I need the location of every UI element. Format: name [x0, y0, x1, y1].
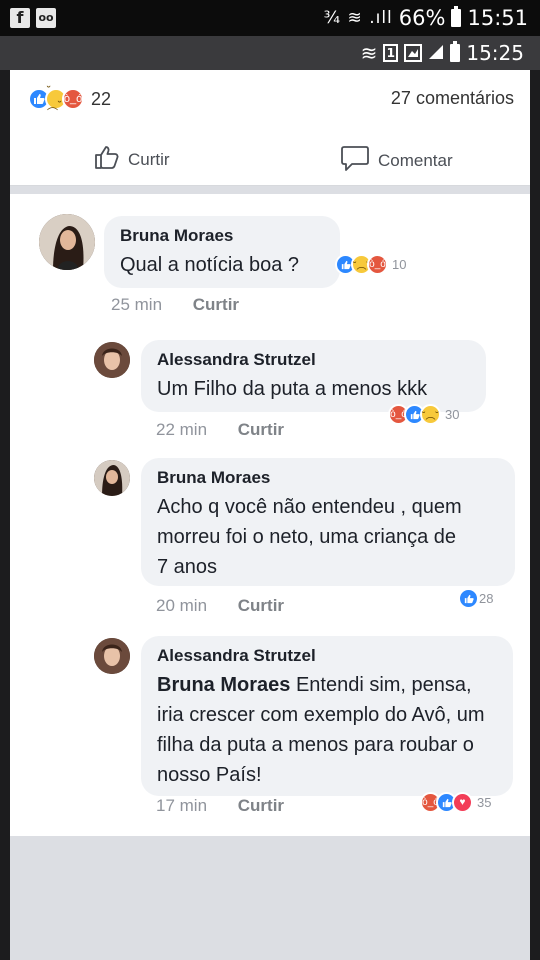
reply-meta: 22 min Curtir [156, 420, 284, 440]
angry-reaction-icon: ò_ó [367, 254, 388, 275]
comments-count-link[interactable]: 27 comentários [391, 88, 514, 109]
clock: 15:51 [467, 6, 528, 30]
reply-text: Um Filho da puta a menos kkk [157, 378, 428, 400]
signal-icon [428, 41, 444, 65]
voicemail-notification-icon: oo [36, 8, 56, 28]
reply-reactions[interactable]: ò_ó ♥ 35 [420, 792, 491, 813]
reply-bubble[interactable]: Bruna Moraes Acho q você não entendeu , … [141, 458, 515, 586]
clock: 15:25 [466, 41, 524, 65]
reply-meta: 20 min Curtir [156, 596, 284, 616]
commenter-name[interactable]: Alessandra Strutzel [157, 350, 470, 370]
comment-text: Qual a notícia boa ? [120, 254, 300, 276]
comments-list: Bruna Moraes Qual a notícia boa ? ˘︵˘ ò_… [10, 194, 530, 836]
reply-time[interactable]: 20 min [156, 596, 207, 615]
reply: Bruna Moraes Acho q você não entendeu , … [10, 444, 530, 624]
reply-text: Bruna Moraes Entendi sim, pensa, iria cr… [157, 670, 502, 790]
mention-link[interactable]: Bruna Moraes [157, 674, 290, 696]
reply-like-button[interactable]: Curtir [238, 420, 284, 439]
feed-background [10, 836, 530, 960]
post-actions: Curtir Comentar [10, 136, 530, 176]
comment-time[interactable]: 25 min [111, 295, 162, 314]
commenter-name[interactable]: Alessandra Strutzel [157, 646, 497, 666]
reply-time[interactable]: 17 min [156, 796, 207, 815]
comment-button-label: Comentar [378, 150, 453, 170]
thumbs-up-icon [94, 144, 120, 175]
battery-icon [451, 6, 462, 27]
comment-meta: 25 min Curtir [111, 295, 239, 315]
image-icon [404, 44, 423, 62]
reaction-count: 35 [477, 795, 492, 810]
comment-reactions[interactable]: ˘︵˘ ò_ó 10 [335, 254, 406, 275]
wifi-icon: ≋ [360, 41, 378, 65]
battery-percent: 66% [398, 6, 446, 30]
like-button[interactable]: Curtir [94, 144, 170, 175]
comment-bubble[interactable]: Bruna Moraes Qual a notícia boa ? [104, 216, 340, 288]
reply-bubble[interactable]: Alessandra Strutzel Bruna Moraes Entendi… [141, 636, 513, 796]
comment: Bruna Moraes Qual a notícia boa ? ˘︵˘ ò_… [10, 194, 530, 324]
post-footer: ˘︵˘ ò_ó 22 27 comentários Curtir Comenta… [10, 70, 530, 186]
reaction-count: 22 [91, 88, 112, 109]
section-divider [10, 186, 530, 194]
avatar[interactable] [39, 214, 95, 270]
reaction-count: 10 [392, 257, 407, 272]
signal-icons: ¾ ≋ .ıll [323, 8, 393, 28]
reaction-count: 28 [479, 591, 494, 606]
like-reaction-icon [458, 588, 479, 609]
reply-time[interactable]: 22 min [156, 420, 207, 439]
reply-like-button[interactable]: Curtir [238, 596, 284, 615]
reply-text: Acho q você não entendeu , quem morreu f… [157, 496, 462, 578]
avatar[interactable] [94, 342, 130, 378]
facebook-notification-icon: f [10, 8, 30, 28]
avatar[interactable] [94, 638, 130, 674]
sim-icon: 1 [383, 44, 399, 62]
device-status-bar: f oo ¾ ≋ .ıll 66% 15:51 [0, 0, 540, 36]
reply: Alessandra Strutzel Bruna Moraes Entendi… [10, 624, 530, 836]
avatar[interactable] [94, 460, 130, 496]
reply-reactions[interactable]: ò_ó ˘︵˘ 30 [388, 404, 459, 425]
post-reactions[interactable]: ˘︵˘ ò_ó 22 [28, 85, 112, 112]
reply-meta: 17 min Curtir [156, 796, 284, 816]
reply-bubble[interactable]: Alessandra Strutzel Um Filho da puta a m… [141, 340, 486, 412]
screenshot-status-bar: ≋ 1 15:25 [0, 36, 540, 70]
reply-reactions[interactable]: 28 [458, 588, 493, 609]
commenter-name[interactable]: Bruna Moraes [120, 226, 324, 246]
reply-like-button[interactable]: Curtir [238, 796, 284, 815]
comment-button[interactable]: Comentar [340, 144, 453, 177]
angry-reaction-icon: ò_ó [62, 88, 84, 110]
heart-reaction-icon: ♥ [452, 792, 473, 813]
battery-icon [450, 41, 461, 62]
reaction-count: 30 [445, 407, 460, 422]
comment-bubble-icon [340, 144, 370, 177]
commenter-name[interactable]: Bruna Moraes [157, 468, 499, 488]
reply: Alessandra Strutzel Um Filho da puta a m… [10, 324, 530, 444]
comment-like-button[interactable]: Curtir [193, 295, 239, 314]
like-button-label: Curtir [128, 149, 170, 169]
sad-reaction-icon: ˘︵˘ [420, 404, 441, 425]
